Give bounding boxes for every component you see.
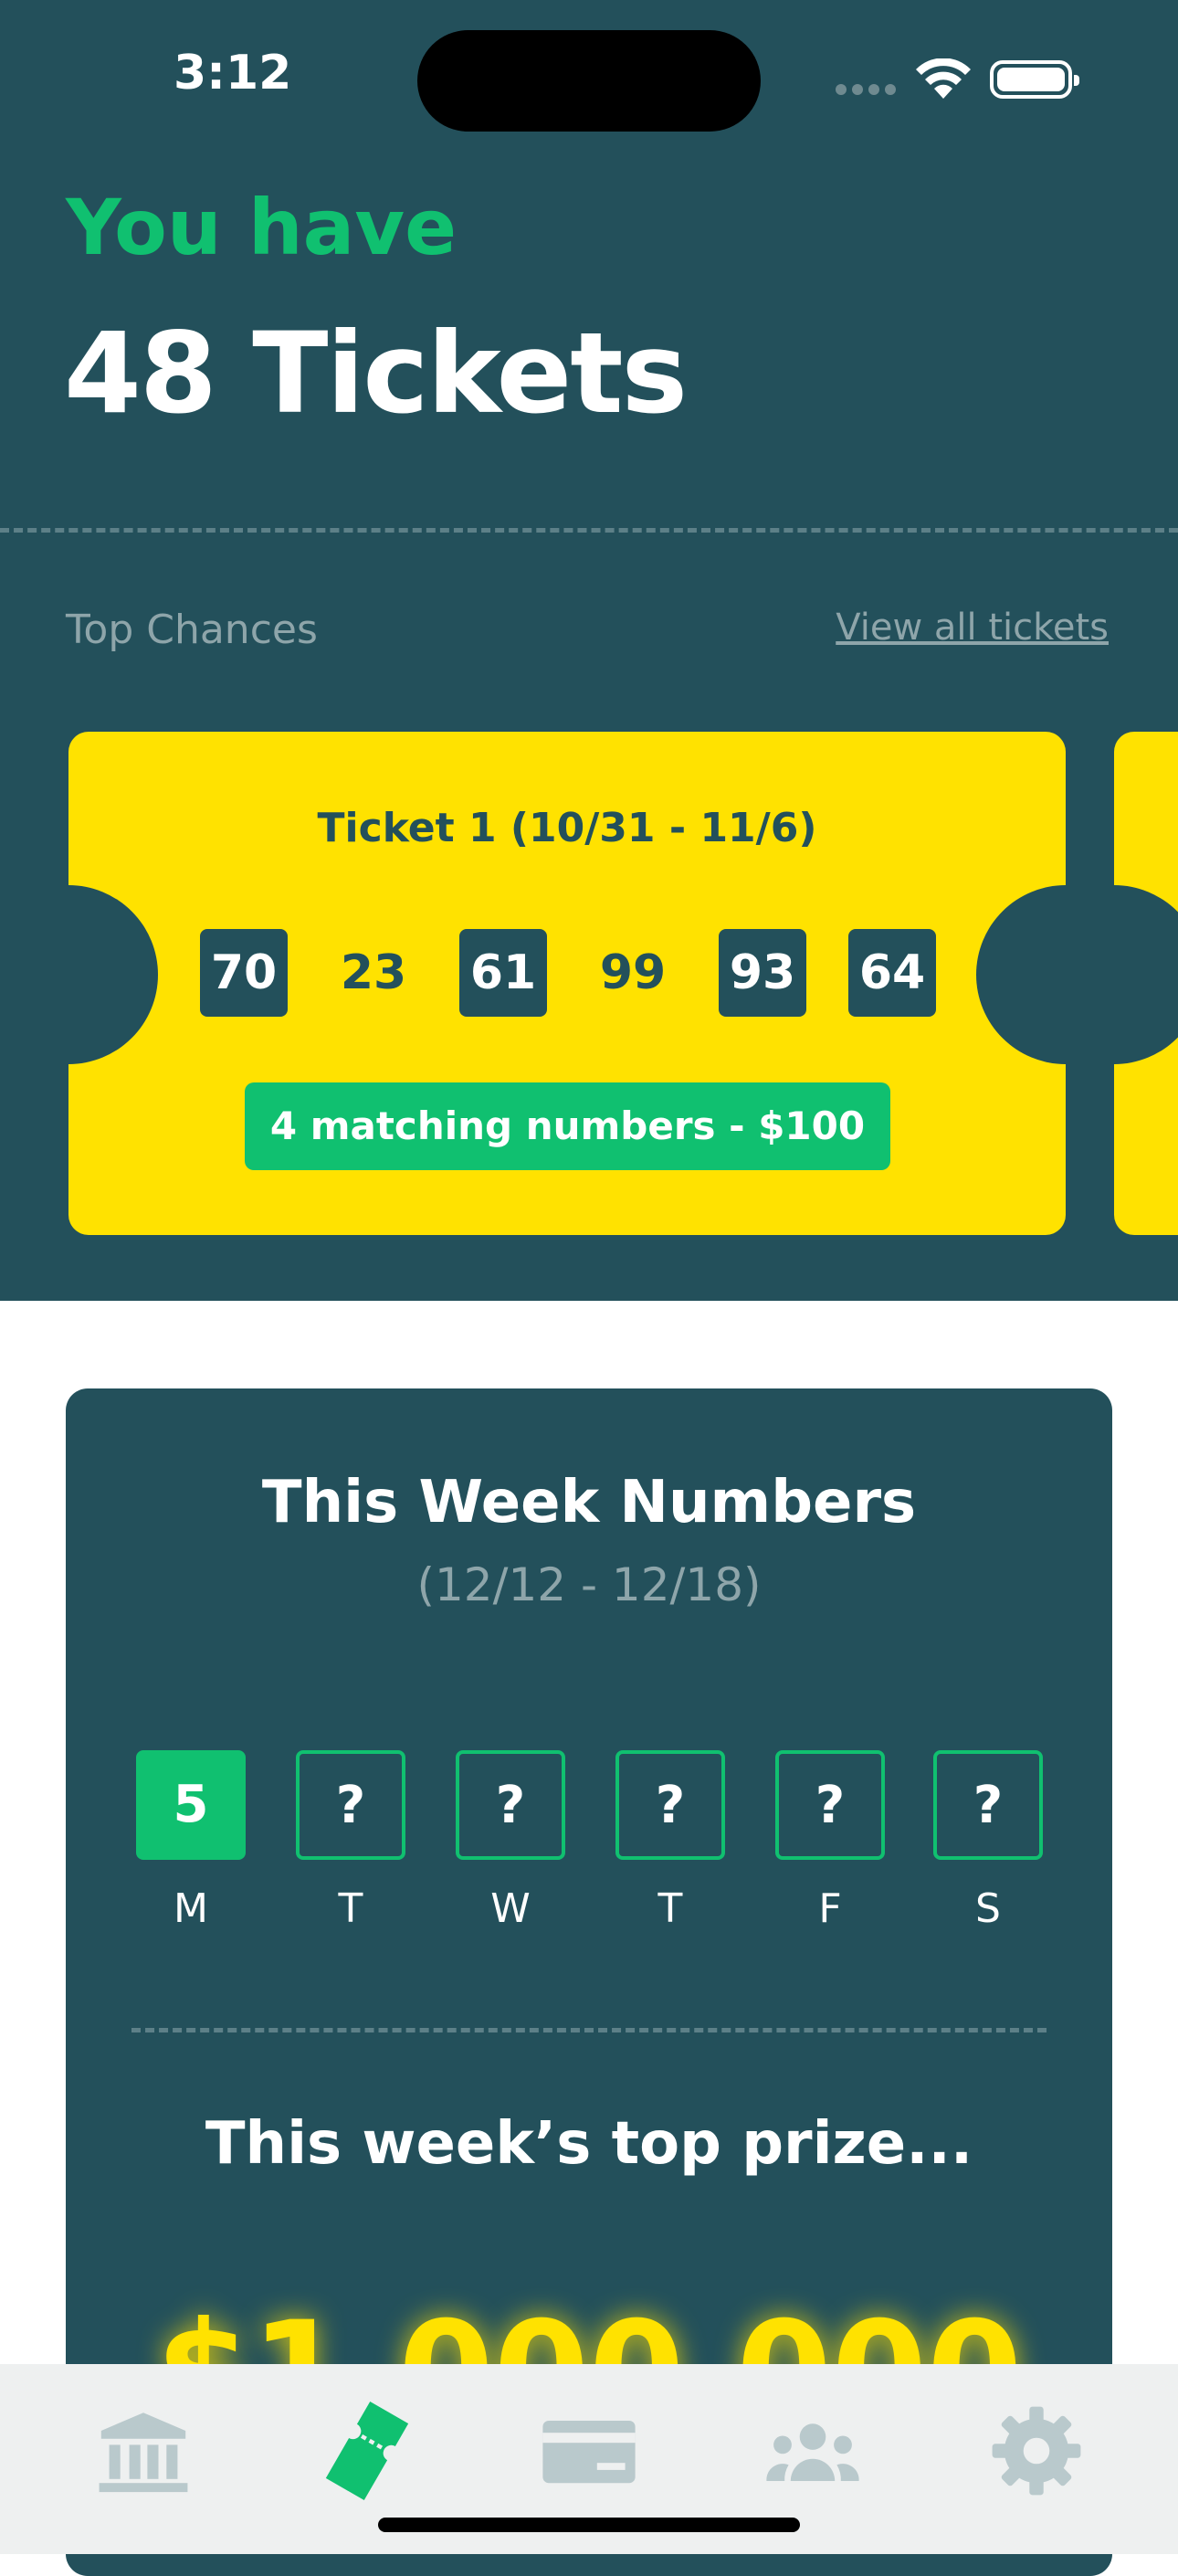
ticket-notch-left <box>68 885 158 1064</box>
next-ticket-card[interactable] <box>1114 732 1178 1235</box>
ticket-number: 23 <box>340 945 407 1000</box>
day-label: F <box>818 1885 842 1932</box>
ticket-number: 93 <box>719 929 806 1017</box>
people-icon[interactable] <box>763 2401 863 2501</box>
week-title: This Week Numbers <box>261 1469 917 1536</box>
day-value: ? <box>615 1750 725 1860</box>
day-value: ? <box>456 1750 565 1860</box>
top-prize-title: This week’s top prize... <box>205 2110 973 2178</box>
day-label: S <box>975 1885 1001 1932</box>
dashed-divider <box>131 2028 1047 2032</box>
tickets-count: 48 Tickets <box>64 309 688 438</box>
dashed-divider <box>0 528 1178 533</box>
week-range: (12/12 - 12/18) <box>416 1558 762 1611</box>
dynamic-island <box>417 30 761 132</box>
cellular-signal-icon <box>836 84 898 97</box>
ticket-card[interactable]: Ticket 1 (10/31 - 11/6) 70 23 61 99 93 6… <box>68 732 1066 1235</box>
day-value: ? <box>296 1750 405 1860</box>
gear-icon[interactable] <box>986 2401 1087 2501</box>
day-label: M <box>174 1885 208 1932</box>
day-label: W <box>490 1885 531 1932</box>
ticket-notch-right <box>976 885 1066 1064</box>
ticket-number: 99 <box>599 945 667 1000</box>
day-number: 5 M <box>136 1750 246 1932</box>
day-number: ? W <box>456 1750 565 1932</box>
battery-icon <box>990 60 1079 99</box>
bank-icon[interactable] <box>93 2401 194 2501</box>
day-value: ? <box>933 1750 1043 1860</box>
day-label: T <box>338 1885 363 1932</box>
day-label: T <box>657 1885 683 1932</box>
day-number: ? F <box>775 1750 885 1932</box>
day-value: 5 <box>136 1750 246 1860</box>
ticket-number: 61 <box>459 929 547 1017</box>
day-number: ? T <box>615 1750 725 1932</box>
card-icon[interactable] <box>539 2401 639 2501</box>
ticket-icon[interactable] <box>317 2401 417 2501</box>
home-indicator[interactable] <box>378 2518 800 2532</box>
day-number: ? S <box>933 1750 1043 1932</box>
day-number: ? T <box>296 1750 405 1932</box>
wifi-icon <box>916 58 971 99</box>
view-all-tickets-link[interactable]: View all tickets <box>836 607 1109 649</box>
top-chances-heading: Top Chances <box>66 607 318 653</box>
ticket-number: 70 <box>200 929 288 1017</box>
matching-numbers-badge: 4 matching numbers - $100 <box>245 1082 890 1170</box>
ticket-title: Ticket 1 (10/31 - 11/6) <box>317 805 817 851</box>
day-value: ? <box>775 1750 885 1860</box>
status-time: 3:12 <box>174 46 292 100</box>
tickets-eyebrow: You have <box>66 183 458 272</box>
ticket-number: 64 <box>848 929 936 1017</box>
